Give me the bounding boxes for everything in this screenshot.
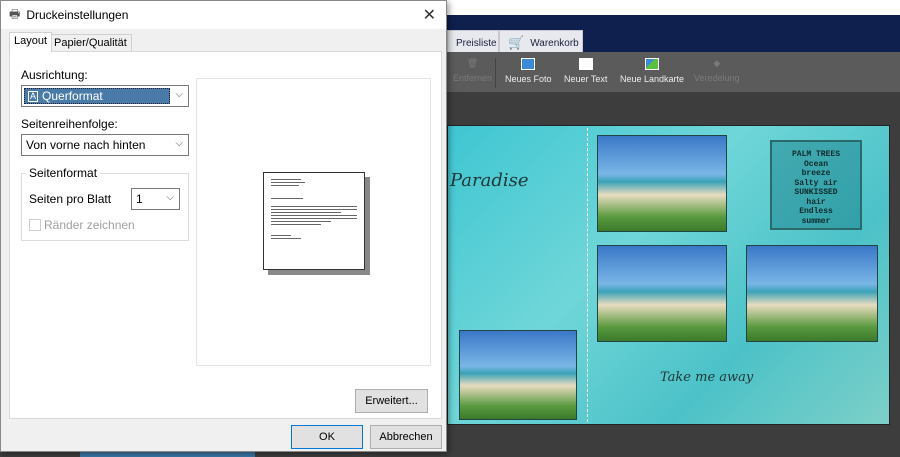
- cancel-button[interactable]: Abbrechen: [370, 425, 442, 449]
- chevron-down-icon: ⌵: [175, 89, 183, 100]
- advanced-button[interactable]: Erweitert...: [355, 389, 428, 413]
- chevron-down-icon: ⌵: [166, 192, 174, 203]
- orientation-label: Ausrichtung:: [21, 68, 88, 82]
- word-line: summer: [801, 216, 831, 226]
- ok-button[interactable]: OK: [291, 425, 363, 449]
- tab-paper-quality[interactable]: Papier/Qualität: [49, 34, 132, 52]
- page-fold-divider: [587, 128, 588, 422]
- app-top-strip: [447, 0, 900, 15]
- photo-frame[interactable]: [459, 330, 577, 420]
- word-line: PALM TREES: [791, 150, 840, 159]
- veredelung-button[interactable]: ◆ Veredelung: [694, 58, 740, 83]
- draw-borders-checkbox[interactable]: [29, 219, 41, 231]
- landscape-icon: A: [28, 90, 39, 102]
- new-photo-button[interactable]: Neues Foto: [505, 58, 552, 84]
- toolbar-divider: [495, 58, 496, 88]
- tool-label: Neuer Text: [564, 74, 608, 84]
- draw-borders-label: Ränder zeichnen: [44, 218, 135, 232]
- word-line: Salty air: [794, 178, 838, 188]
- tool-label: Neues Foto: [505, 74, 552, 84]
- nav-tab-label: Warenkorb: [530, 37, 579, 49]
- trash-icon: 🗑: [466, 58, 479, 68]
- orientation-select[interactable]: A Querformat ⌵: [21, 85, 189, 107]
- photo-frame[interactable]: [597, 135, 727, 232]
- word-line: Endless: [799, 207, 833, 216]
- photo-frame[interactable]: [597, 245, 727, 342]
- add-text-icon: [578, 58, 593, 70]
- page-format-title: Seitenformat: [26, 166, 101, 180]
- close-button[interactable]: ✕: [423, 5, 436, 25]
- word-line: hair: [806, 197, 826, 207]
- word-line: breeze: [801, 169, 831, 178]
- word-line: SUNKISSED: [794, 188, 838, 197]
- diamond-icon: ◆: [713, 58, 721, 68]
- page-order-select[interactable]: Von vorne nach hinten ⌵: [21, 134, 189, 156]
- printer-icon: 🖶: [9, 6, 21, 21]
- pages-per-sheet-label: Seiten pro Blatt: [29, 192, 112, 206]
- word-art-box[interactable]: PALM TREES Ocean breeze Salty air SUNKIS…: [770, 140, 862, 230]
- new-map-button[interactable]: Neue Landkarte: [620, 58, 684, 84]
- pages-per-sheet-select[interactable]: 1 ⌵: [131, 188, 180, 210]
- chevron-down-icon: ⌵: [175, 138, 183, 149]
- orientation-value: Querformat: [42, 89, 103, 103]
- dialog-titlebar: 🖶 Druckeinstellungen: [1, 1, 446, 29]
- photo-frame[interactable]: [746, 245, 878, 342]
- remove-button[interactable]: 🗑 Entfernen: [453, 58, 492, 83]
- page-order-value: Von vorne nach hinten: [26, 138, 146, 152]
- dialog-title: Druckeinstellungen: [26, 8, 129, 22]
- preview-page: [263, 172, 365, 270]
- nav-tab-label: Preisliste: [456, 37, 497, 49]
- paradise-text[interactable]: Paradise: [450, 170, 529, 191]
- new-text-button[interactable]: Neuer Text: [564, 58, 607, 84]
- tab-layout[interactable]: Layout: [9, 32, 53, 52]
- tool-label: Neue Landkarte: [620, 74, 685, 84]
- print-settings-dialog: 🖶 Druckeinstellungen ✕ Layout Papier/Qua…: [0, 0, 447, 452]
- word-line: Ocean: [803, 159, 828, 169]
- cart-icon: 🛒: [508, 35, 525, 50]
- pages-per-sheet-value: 1: [136, 192, 143, 206]
- tool-label: Entfernen: [453, 73, 493, 83]
- tool-label: Veredelung: [694, 73, 740, 83]
- app-nav-bar: Preisliste 🛒 Warenkorb: [447, 15, 900, 56]
- take-me-away-text[interactable]: Take me away: [660, 370, 753, 385]
- add-map-icon: [645, 58, 660, 70]
- toolbar: 🗑 Entfernen Neues Foto Neuer Text Neue La…: [447, 52, 900, 92]
- order-label: Seitenreihenfolge:: [21, 117, 118, 131]
- add-photo-icon: [521, 58, 536, 70]
